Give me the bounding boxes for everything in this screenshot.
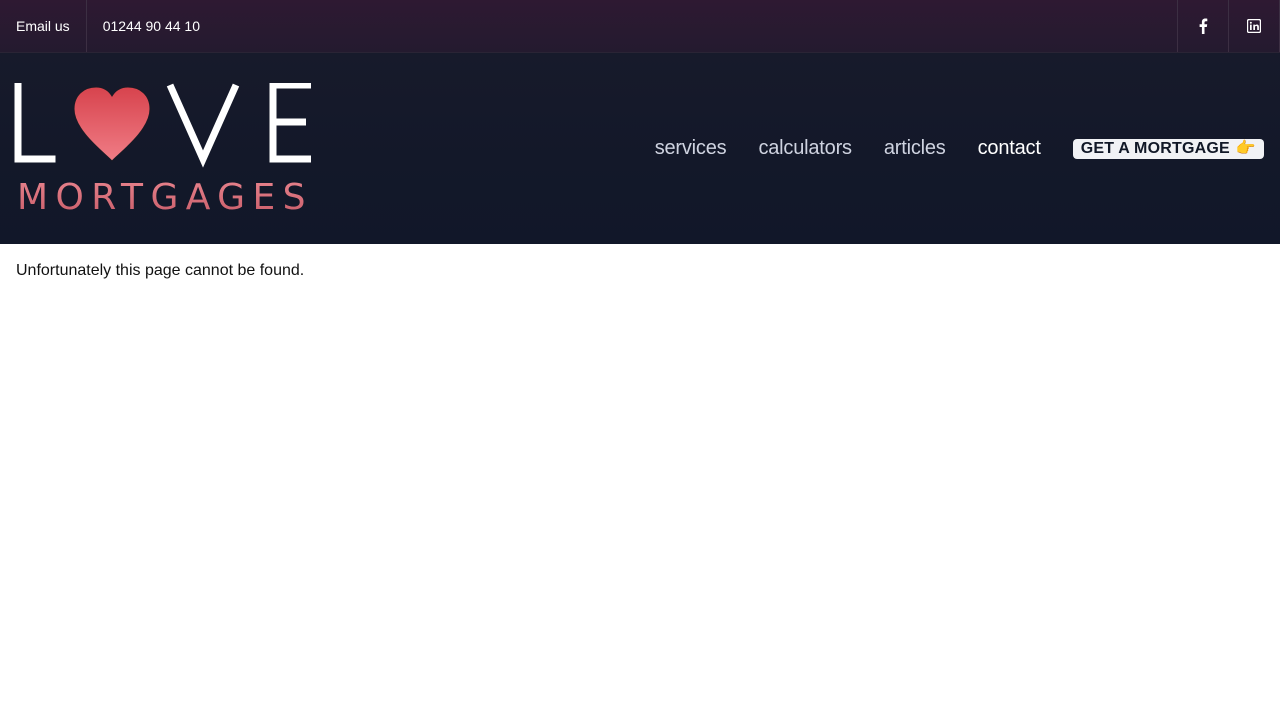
get-a-mortgage-label: GET A MORTGAGE — [1080, 139, 1230, 157]
not-found-message: Unfortunately this page cannot be found. — [16, 262, 305, 279]
get-a-mortgage-button[interactable]: GET A MORTGAGE 👉 — [1072, 138, 1264, 159]
top-bar: Email us 01244 90 44 10 — [0, 0, 1280, 53]
facebook-link[interactable] — [1177, 0, 1228, 52]
svg-text:MORTGAGES: MORTGAGES — [17, 177, 317, 217]
phone-link[interactable]: 01244 90 44 10 — [87, 0, 216, 52]
main-content: Unfortunately this page cannot be found. — [16, 262, 304, 280]
linkedin-link[interactable] — [1228, 0, 1280, 52]
pointing-hand-icon: 👉 — [1235, 139, 1256, 157]
nav-calculators[interactable]: calculators — [758, 137, 852, 160]
nav-services[interactable]: services — [655, 137, 727, 160]
nav-contact[interactable]: contact — [978, 137, 1041, 160]
linkedin-icon — [1247, 19, 1261, 33]
main-nav: services calculators articles contact GE… — [655, 137, 1264, 160]
love-mortgages-logo[interactable]: MORTGAGES — [14, 83, 320, 217]
facebook-icon — [1199, 18, 1208, 34]
email-us-link[interactable]: Email us — [0, 0, 87, 52]
nav-articles[interactable]: articles — [884, 137, 946, 160]
site-header: MORTGAGES services calculators articles … — [0, 53, 1280, 244]
